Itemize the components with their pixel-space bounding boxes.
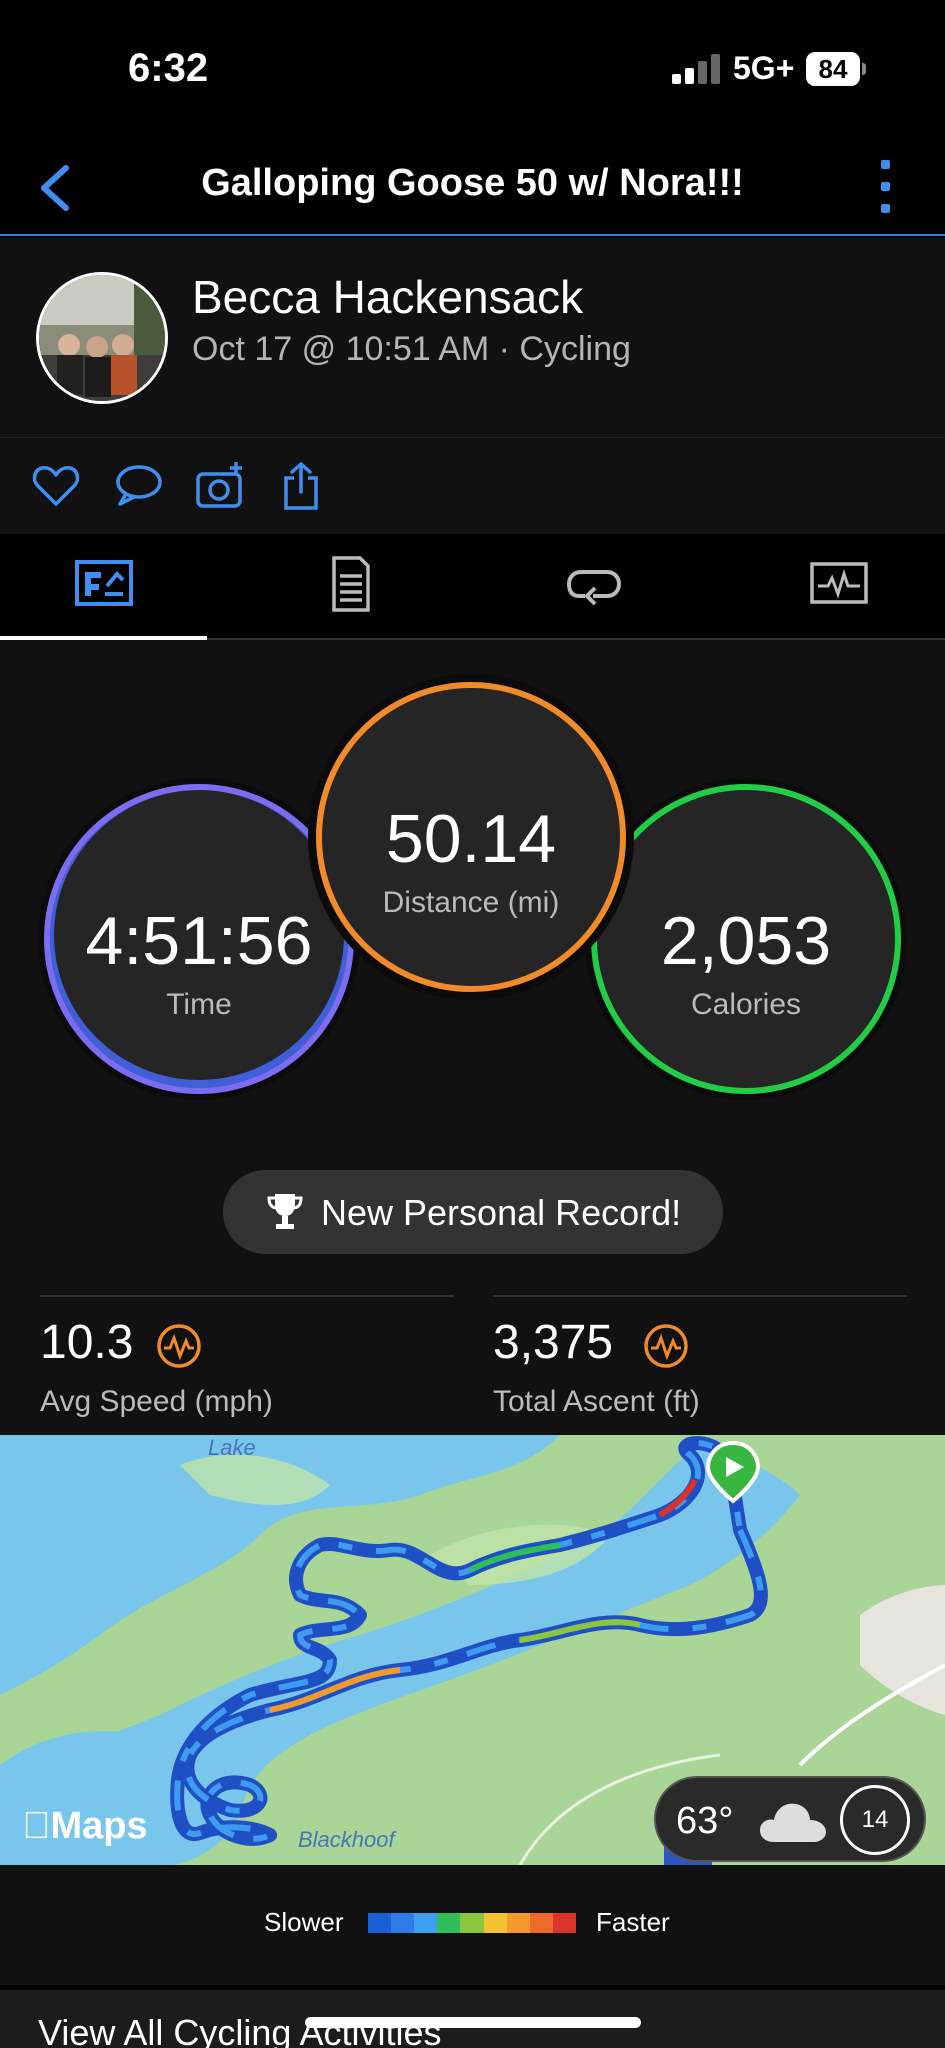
status-time: 6:32 [128,46,209,90]
calories-value: 2,053 [660,903,832,979]
calories-label: Calories [690,988,802,1021]
network-type: 5G+ [733,50,795,86]
document-list-icon [332,556,370,612]
battery-icon: 84 [806,52,866,86]
page-title: Galloping Goose 50 w/ Nora!!! [201,162,744,204]
heart-icon [32,466,80,506]
camera-add-icon [196,462,242,508]
comment-icon [116,465,162,506]
activity-pulse-icon [157,1324,201,1368]
add-photo-button[interactable] [194,460,246,512]
action-bar [0,438,945,534]
activity-pulse-icon [644,1324,688,1368]
personal-record-badge[interactable]: New Personal Record! [223,1170,723,1254]
temperature: 63° [676,1800,734,1842]
tab-details[interactable] [245,534,452,638]
speed-legend: Slower Faster [0,1865,945,1985]
tab-overview[interactable] [0,534,207,640]
personal-record-text: New Personal Record! [321,1192,682,1233]
legend-swatch-5 [483,1913,507,1933]
legend-swatch-8 [552,1913,576,1933]
trophy-icon [267,1194,303,1229]
like-button[interactable] [30,460,82,512]
activity-tabs [0,534,945,640]
nav-bar: Galloping Goose 50 w/ Nora!!! [0,140,945,236]
map-label-lake: Lake [208,1435,256,1460]
laps-icon [566,570,622,606]
wind-speed-indicator: 14 [840,1785,910,1855]
total-ascent-value: 3,375 [493,1316,614,1369]
legend-swatch-4 [460,1913,484,1933]
legend-slower-label: Slower [264,1907,344,1937]
legend-swatch-7 [529,1913,553,1933]
share-button[interactable] [276,460,328,512]
legend-swatch-3 [437,1913,461,1933]
avatar[interactable] [36,272,168,404]
total-ascent-label: Total Ascent (ft) [493,1385,700,1418]
time-label: Time [166,988,232,1021]
more-vertical-icon [881,160,890,169]
chart-pulse-icon [810,562,868,604]
legend-faster-label: Faster [596,1907,670,1937]
distance-value: 50.14 [385,801,557,877]
user-name[interactable]: Becca Hackensack [192,270,583,324]
distance-label: Distance (mi) [382,886,560,919]
tab-laps[interactable] [490,534,697,638]
avg-speed-value: 10.3 [40,1316,134,1369]
avg-speed-metric[interactable]: 10.3 Avg Speed (mph) [40,1295,454,1435]
calories-ring: 2,053 Calories [591,784,901,1094]
time-ring: 4:51:56 Time [44,784,354,1094]
status-bar: 6:32 5G+ 84 [0,0,945,140]
activity-meta: Oct 17 @ 10:51 AM · Cycling [192,330,631,368]
speed-color-scale [368,1913,576,1933]
apple-logo-icon:  [22,1805,51,1847]
cloud-icon [760,1803,826,1842]
distance-ring: 50.14 Distance (mi) [316,682,626,992]
map-label-blackhoof: Blackhoof [298,1827,395,1852]
stats-panel: 4:51:56 Time 2,053 Calories 50.14 Distan… [0,640,945,1435]
time-value: 4:51:56 [85,903,313,979]
back-button[interactable] [30,158,90,218]
legend-swatch-6 [506,1913,530,1933]
avg-speed-label: Avg Speed (mph) [40,1385,273,1418]
chevron-left-icon [41,165,69,211]
activity-header: Becca Hackensack Oct 17 @ 10:51 AM · Cyc… [0,238,945,438]
comment-button[interactable] [112,460,164,512]
more-options-button[interactable] [855,158,915,218]
legend-swatch-2 [414,1913,438,1933]
overview-icon [75,560,133,606]
home-indicator[interactable] [305,2017,641,2028]
signal-icon [672,52,720,84]
weather-widget[interactable]: 63° 14 [654,1776,926,1862]
total-ascent-metric[interactable]: 3,375 Total Ascent (ft) [493,1295,907,1435]
share-icon [284,462,318,510]
tab-charts[interactable] [735,534,942,638]
maps-attribution[interactable]: Maps [22,1805,148,1848]
legend-swatch-1 [391,1913,415,1933]
route-map[interactable]: Lake Blackhoof Maps 63° 14 [0,1435,945,1865]
legend-swatch-0 [368,1913,392,1933]
